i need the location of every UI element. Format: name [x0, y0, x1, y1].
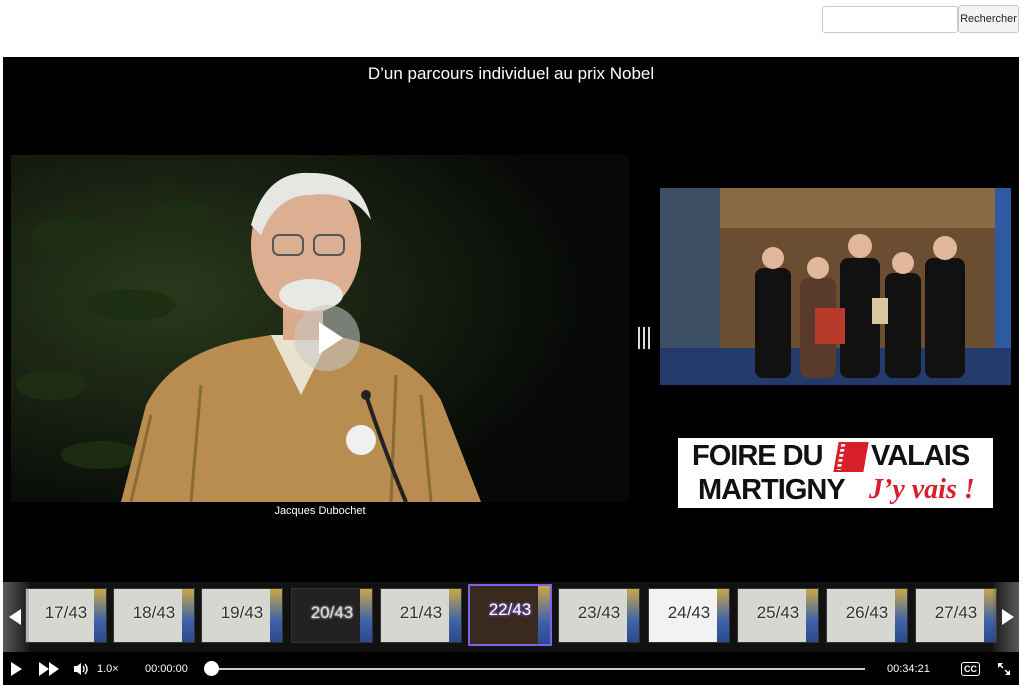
speaker-video[interactable] [11, 155, 629, 502]
playback-rate-button[interactable]: 1.0× [97, 652, 119, 685]
slide-thumbnail[interactable]: 21/43 [380, 588, 462, 643]
slide-thumbnail[interactable]: 24/43 [648, 588, 730, 643]
fast-forward-icon[interactable] [39, 652, 63, 685]
slide-thumbnail[interactable]: 26/43 [826, 588, 908, 643]
arrow-right-icon[interactable] [993, 582, 1019, 652]
film-strip-icon [833, 442, 869, 472]
search-input[interactable] [822, 6, 958, 33]
slide-thumbnail-strip: 17/43 18/43 19/43 20/43 21/43 22/43 23/4… [3, 582, 1019, 652]
sponsor-line2: MARTIGNY [698, 474, 846, 506]
sponsor-line1b: VALAIS [871, 440, 970, 472]
slide-thumbnail-active[interactable]: 22/43 [468, 584, 552, 646]
duration: 00:34:21 [887, 662, 930, 675]
slide-thumbnail[interactable]: 25/43 [737, 588, 819, 643]
speaker-caption: Jacques Dubochet [274, 505, 366, 517]
player-controls: 1.0× 00:00:00 00:34:21 CC [3, 652, 1019, 685]
slide-thumbnail[interactable]: 23/43 [558, 588, 640, 643]
search-button[interactable]: Rechercher [958, 5, 1019, 33]
sponsor-line1: FOIRE DU [692, 440, 824, 472]
slide-thumbnail[interactable]: 17/43 [25, 588, 107, 643]
slide-photo [660, 188, 1011, 385]
video-player: D’un parcours individuel au prix Nobel J… [3, 57, 1019, 685]
play-overlay-button[interactable] [294, 305, 360, 371]
slide-thumbnail[interactable]: 18/43 [113, 588, 195, 643]
seek-bar[interactable] [211, 668, 865, 670]
slide-thumbnail[interactable]: 19/43 [201, 588, 283, 643]
layout-divider-handle[interactable] [636, 327, 652, 351]
slide-thumbnail[interactable]: 27/43 [915, 588, 997, 643]
sponsor-logo: FOIRE DU VALAIS MARTIGNY J’y vais ! [678, 438, 993, 508]
top-bar: Rechercher [0, 0, 1024, 56]
slide-thumbnail[interactable]: 20/43 [291, 588, 373, 643]
current-time: 00:00:00 [145, 662, 188, 675]
volume-icon[interactable] [73, 652, 89, 685]
presentation-title: D’un parcours individuel au prix Nobel [367, 64, 655, 83]
play-icon[interactable] [11, 652, 25, 685]
seek-knob[interactable] [204, 661, 219, 676]
arrow-left-icon[interactable] [3, 582, 29, 652]
sponsor-tagline: J’y vais ! [869, 474, 975, 505]
fullscreen-icon[interactable] [996, 652, 1012, 685]
slide-image [660, 188, 1011, 385]
captions-icon[interactable]: CC [961, 652, 980, 685]
